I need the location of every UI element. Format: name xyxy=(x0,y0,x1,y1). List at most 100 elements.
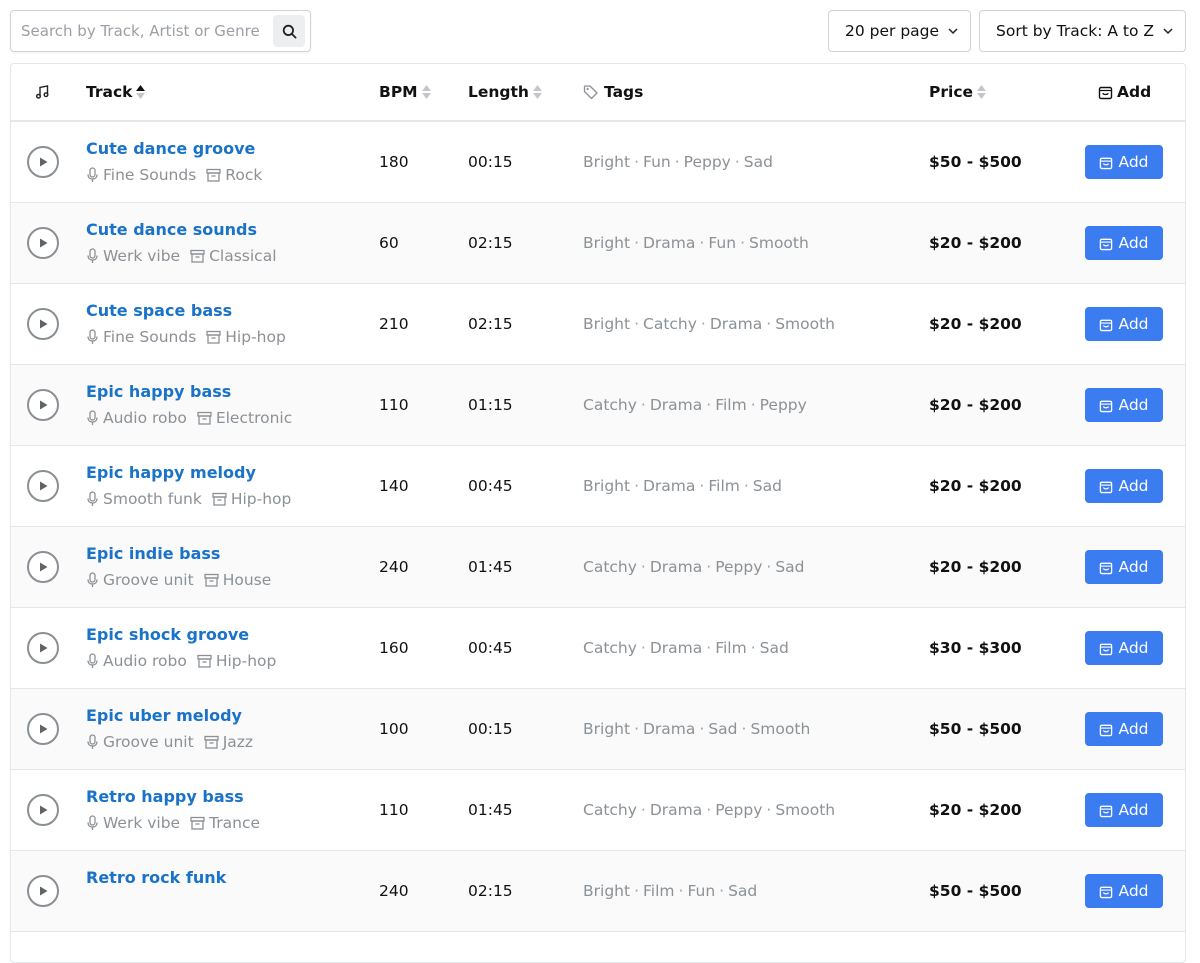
tag-link[interactable]: Sad xyxy=(708,720,737,738)
play-button[interactable] xyxy=(27,308,59,340)
tag-link[interactable]: Catchy xyxy=(583,801,637,819)
tag-link[interactable]: Catchy xyxy=(583,396,637,414)
track-title-link[interactable]: Cute dance sounds xyxy=(86,220,257,239)
genre-link[interactable]: Classical xyxy=(209,247,276,265)
bpm-cell: 60 xyxy=(379,234,399,252)
tag-separator: · xyxy=(766,558,772,576)
tag-link[interactable]: Drama xyxy=(643,477,695,495)
tag-link[interactable]: Sad xyxy=(728,882,757,900)
per-page-dropdown[interactable]: 20 per page xyxy=(828,10,971,52)
artist-link[interactable]: Werk vibe xyxy=(103,247,180,265)
track-title-link[interactable]: Epic happy melody xyxy=(86,463,256,482)
price-column-header[interactable]: Price xyxy=(929,64,987,120)
genre-link[interactable]: Jazz xyxy=(223,733,253,751)
tag-link[interactable]: Peppy xyxy=(684,153,731,171)
play-button[interactable] xyxy=(27,227,59,259)
play-button[interactable] xyxy=(27,389,59,421)
tag-link[interactable]: Fun xyxy=(643,153,671,171)
genre-link[interactable]: Rock xyxy=(225,166,262,184)
tag-link[interactable]: Bright xyxy=(583,477,630,495)
tag-link[interactable]: Smooth xyxy=(775,315,835,333)
artist-link[interactable]: Smooth funk xyxy=(103,490,202,508)
genre-link[interactable]: House xyxy=(223,571,272,589)
genre-link[interactable]: Hip-hop xyxy=(216,652,277,670)
add-button[interactable]: Add xyxy=(1085,145,1163,179)
track-title-link[interactable]: Epic happy bass xyxy=(86,382,231,401)
tag-link[interactable]: Bright xyxy=(583,153,630,171)
track-title-link[interactable]: Epic uber melody xyxy=(86,706,242,725)
play-button[interactable] xyxy=(27,551,59,583)
tag-link[interactable]: Film xyxy=(715,396,747,414)
track-title-link[interactable]: Cute space bass xyxy=(86,301,232,320)
genre-link[interactable]: Electronic xyxy=(216,409,292,427)
play-button[interactable] xyxy=(27,470,59,502)
add-button[interactable]: Add xyxy=(1085,631,1163,665)
tag-link[interactable]: Smooth xyxy=(749,234,809,252)
play-button[interactable] xyxy=(27,146,59,178)
tag-link[interactable]: Film xyxy=(643,882,675,900)
track-meta: Groove unit House xyxy=(86,571,271,589)
tag-link[interactable]: Drama xyxy=(650,639,702,657)
artist-link[interactable]: Fine Sounds xyxy=(103,328,196,346)
add-button[interactable]: Add xyxy=(1085,307,1163,341)
track-title-link[interactable]: Epic indie bass xyxy=(86,544,220,563)
tag-link[interactable]: Catchy xyxy=(583,558,637,576)
artist-link[interactable]: Werk vibe xyxy=(103,814,180,832)
tag-link[interactable]: Peppy xyxy=(760,396,807,414)
tag-link[interactable]: Drama xyxy=(650,396,702,414)
tag-link[interactable]: Bright xyxy=(583,234,630,252)
play-button[interactable] xyxy=(27,875,59,907)
add-button[interactable]: Add xyxy=(1085,712,1163,746)
tag-link[interactable]: Drama xyxy=(643,234,695,252)
genre-link[interactable]: Hip-hop xyxy=(225,328,286,346)
add-button[interactable]: Add xyxy=(1085,226,1163,260)
tag-link[interactable]: Fun xyxy=(687,882,715,900)
tag-link[interactable]: Fun xyxy=(708,234,736,252)
play-button[interactable] xyxy=(27,632,59,664)
tag-link[interactable]: Drama xyxy=(650,801,702,819)
tag-link[interactable]: Sad xyxy=(753,477,782,495)
tag-link[interactable]: Bright xyxy=(583,882,630,900)
play-button[interactable] xyxy=(27,713,59,745)
add-button[interactable]: Add xyxy=(1085,388,1163,422)
tag-link[interactable]: Peppy xyxy=(715,801,762,819)
artist-link[interactable]: Fine Sounds xyxy=(103,166,196,184)
add-button[interactable]: Add xyxy=(1085,469,1163,503)
length-column-header[interactable]: Length xyxy=(468,64,542,120)
tag-link[interactable]: Smooth xyxy=(775,801,835,819)
add-button[interactable]: Add xyxy=(1085,550,1163,584)
tag-link[interactable]: Peppy xyxy=(715,558,762,576)
track-title-link[interactable]: Retro happy bass xyxy=(86,787,244,806)
add-button[interactable]: Add xyxy=(1085,874,1163,908)
tag-link[interactable]: Catchy xyxy=(643,315,697,333)
tag-link[interactable]: Drama xyxy=(650,558,702,576)
artist-link[interactable]: Audio robo xyxy=(103,409,187,427)
artist-link[interactable]: Groove unit xyxy=(103,571,194,589)
track-column-header[interactable]: Track xyxy=(86,64,146,120)
track-title-link[interactable]: Cute dance groove xyxy=(86,139,255,158)
add-button-label: Add xyxy=(1118,882,1149,900)
tag-link[interactable]: Film xyxy=(715,639,747,657)
tag-link[interactable]: Catchy xyxy=(583,639,637,657)
tag-link[interactable]: Film xyxy=(708,477,740,495)
tag-link[interactable]: Drama xyxy=(710,315,762,333)
genre-link[interactable]: Hip-hop xyxy=(231,490,292,508)
track-title-link[interactable]: Epic shock groove xyxy=(86,625,249,644)
tag-link[interactable]: Sad xyxy=(775,558,804,576)
tag-link[interactable]: Sad xyxy=(760,639,789,657)
track-title-link[interactable]: Retro rock funk xyxy=(86,868,226,887)
tag-link[interactable]: Bright xyxy=(583,720,630,738)
add-button[interactable]: Add xyxy=(1085,793,1163,827)
search-input[interactable] xyxy=(11,11,273,51)
tag-link[interactable]: Sad xyxy=(744,153,773,171)
artist-link[interactable]: Groove unit xyxy=(103,733,194,751)
search-button[interactable] xyxy=(273,15,305,47)
tag-link[interactable]: Drama xyxy=(643,720,695,738)
tag-link[interactable]: Smooth xyxy=(750,720,810,738)
tag-link[interactable]: Bright xyxy=(583,315,630,333)
bpm-column-header[interactable]: BPM xyxy=(379,64,431,120)
play-button[interactable] xyxy=(27,794,59,826)
sort-dropdown[interactable]: Sort by Track: A to Z xyxy=(979,10,1186,52)
artist-link[interactable]: Audio robo xyxy=(103,652,187,670)
genre-link[interactable]: Trance xyxy=(209,814,260,832)
